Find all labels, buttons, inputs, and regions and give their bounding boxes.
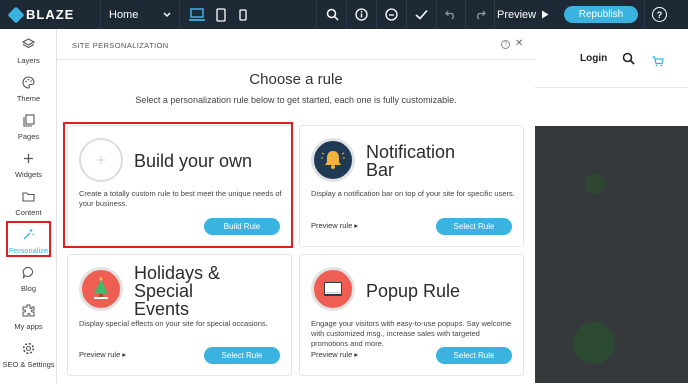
undo-icon[interactable] — [437, 0, 465, 29]
card-title: Popup Rule — [366, 281, 461, 301]
popup-window-icon — [311, 267, 355, 311]
search-icon[interactable] — [318, 0, 346, 29]
sidebar-item-label: Pages — [17, 132, 40, 141]
card-description: Display a notification bar on top of you… — [311, 189, 515, 198]
card-title-line: Special — [134, 281, 194, 301]
logo: BLAZE — [0, 0, 100, 29]
personalize-highlight — [6, 221, 51, 257]
top-toolbar: BLAZE Home Preview Republish ? — [0, 0, 688, 29]
plus-icon — [23, 149, 34, 167]
sidebar-item-label: Theme — [16, 94, 41, 103]
rule-card-notification-bar[interactable]: Notification Bar Display a notification … — [299, 125, 524, 247]
apps-icon — [22, 301, 35, 319]
blaze-logo-icon — [7, 6, 25, 23]
preview-rule-link[interactable]: Preview rule ▸ — [79, 350, 126, 359]
personalization-panel: SITE PERSONALIZATION ? ✕ Choose a rule S… — [57, 29, 535, 383]
sidebar-item-label: My apps — [14, 322, 43, 331]
sidebar-item-theme[interactable]: Theme — [0, 73, 57, 109]
page-title: Choose a rule — [249, 71, 343, 88]
sidebar-item-pages[interactable]: Pages — [0, 111, 57, 147]
desktop-view-icon[interactable] — [186, 0, 208, 29]
site-search-icon[interactable] — [622, 52, 635, 70]
card-title: Holidays & Special Events — [134, 264, 220, 318]
sidebar-item-blog[interactable]: Blog — [0, 263, 57, 299]
select-rule-button[interactable]: Select Rule — [204, 347, 280, 364]
chevron-down-icon — [163, 11, 171, 17]
background-shape — [573, 322, 615, 364]
mobile-view-icon[interactable] — [232, 0, 254, 29]
layers-icon — [22, 35, 35, 53]
logo-text: BLAZE — [26, 7, 75, 22]
play-icon: ▸ — [354, 221, 359, 230]
tablet-view-icon[interactable] — [210, 0, 232, 29]
play-icon: ▸ — [354, 350, 359, 359]
preview-rule-link[interactable]: Preview rule ▸ — [311, 221, 358, 230]
palette-icon — [22, 73, 35, 91]
left-sidebar: Layers Theme Pages Widgets Content Perso… — [0, 29, 57, 383]
sidebar-item-content[interactable]: Content — [0, 187, 57, 223]
sidebar-item-label: SEO & Settings — [2, 360, 55, 369]
preview-label: Preview — [497, 8, 537, 21]
info-icon[interactable] — [347, 0, 375, 29]
page-subtitle: Select a personalization rule below to g… — [135, 95, 457, 105]
help-icon[interactable]: ? — [652, 7, 667, 22]
card-title-line: Events — [134, 299, 190, 319]
sidebar-item-label: Widgets — [14, 170, 43, 179]
panel-header: SITE PERSONALIZATION ? ✕ — [57, 29, 535, 60]
card-title-line: Bar — [366, 160, 395, 180]
sidebar-item-layers[interactable]: Layers — [0, 35, 57, 71]
sidebar-item-my-apps[interactable]: My apps — [0, 301, 57, 337]
cart-icon[interactable] — [652, 54, 664, 72]
republish-button[interactable]: Republish — [564, 6, 638, 23]
comment-icon[interactable] — [377, 0, 405, 29]
play-icon — [542, 10, 549, 19]
site-login-link[interactable]: Login — [580, 53, 607, 64]
sidebar-item-widgets[interactable]: Widgets — [0, 149, 57, 185]
build-your-own-highlight — [63, 122, 293, 248]
page-selector-value: Home — [109, 8, 139, 21]
background-shape — [585, 173, 605, 195]
card-title-line: Holidays & — [134, 263, 221, 283]
preview-rule-label: Preview rule — [79, 350, 121, 359]
preview-rule-link[interactable]: Preview rule ▸ — [311, 350, 358, 359]
sidebar-item-label: Layers — [17, 56, 40, 65]
play-icon: ▸ — [122, 350, 127, 359]
bell-icon — [311, 138, 355, 182]
select-rule-button[interactable]: Select Rule — [436, 347, 512, 364]
close-icon[interactable]: ✕ — [515, 38, 523, 49]
select-rule-button[interactable]: Select Rule — [436, 218, 512, 235]
folder-icon — [22, 187, 35, 205]
rule-card-popup[interactable]: Popup Rule Engage your visitors with eas… — [299, 254, 524, 376]
sidebar-item-seo-settings[interactable]: SEO & Settings — [0, 339, 57, 375]
help-icon[interactable]: ? — [501, 40, 510, 49]
card-title: Notification Bar — [366, 143, 455, 179]
preview-rule-label: Preview rule — [311, 350, 353, 359]
rule-card-holidays-events[interactable]: Holidays & Special Events Display specia… — [67, 254, 292, 376]
gear-icon — [22, 339, 35, 357]
panel-title: SITE PERSONALIZATION — [72, 41, 169, 50]
sidebar-item-label: Content — [15, 208, 42, 217]
chat-icon — [22, 263, 35, 281]
page-selector[interactable]: Home — [100, 0, 180, 29]
card-description: Display special effects on your site for… — [79, 319, 268, 328]
preview-rule-label: Preview rule — [311, 221, 353, 230]
redo-icon[interactable] — [466, 0, 494, 29]
card-title-line: Notification — [366, 142, 456, 162]
card-description: Engage your visitors with easy-to-use po… — [311, 319, 512, 348]
pages-icon — [22, 111, 35, 129]
site-header — [535, 29, 688, 126]
gift-tree-icon — [79, 267, 123, 311]
sidebar-item-label: Blog — [20, 284, 36, 293]
preview-button[interactable]: Preview — [497, 0, 549, 29]
checkmark-icon[interactable] — [407, 0, 435, 29]
